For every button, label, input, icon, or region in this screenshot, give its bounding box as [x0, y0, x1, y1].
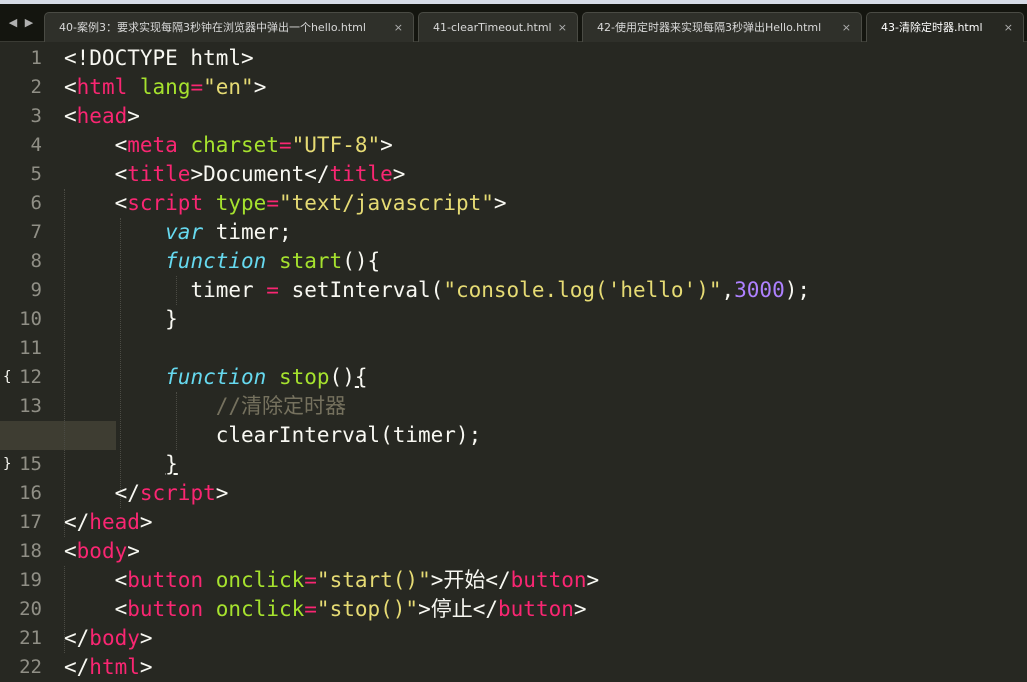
code-line-2: <html lang="en">	[64, 75, 267, 99]
code-line-22: </html>	[64, 655, 153, 679]
code-line-15: }	[165, 452, 178, 476]
code-line-9: timer = setInterval("console.log('hello'…	[190, 278, 811, 302]
tab-42[interactable]: 42-使用定时器来实现每隔3秒弹出Hello.html ×	[582, 12, 862, 42]
line-number: 1	[30, 47, 42, 69]
line-number: 7	[30, 221, 42, 243]
code-line-20: <button onclick="stop()">停止</button>	[114, 597, 587, 621]
line-number: 20	[19, 598, 42, 620]
tab-scroll-left-icon[interactable]: ◀	[6, 16, 20, 30]
line-number: 15	[19, 453, 42, 475]
code-line-8: function start(){	[165, 249, 381, 273]
code-line-21: </body>	[64, 626, 153, 650]
line-number: 18	[19, 540, 42, 562]
line-number-gutter: 1 2 3 4 5 6 7 8 9 10 11 { 12 13 14 } 15 …	[0, 43, 58, 681]
code-line-12: function stop(){	[165, 365, 368, 389]
line-number: 8	[30, 250, 42, 272]
code-editor[interactable]: <!DOCTYPE html> <html lang="en"> <head> …	[0, 43, 1027, 681]
line-number: 9	[30, 279, 42, 301]
code-line-14: clearInterval(timer);	[215, 423, 482, 447]
code-line-7: var timer;	[165, 220, 292, 244]
code-line-18: <body>	[64, 539, 140, 563]
line-number: 10	[19, 308, 42, 330]
line-number: 17	[19, 511, 42, 533]
line-number: 19	[19, 569, 42, 591]
tab-41[interactable]: 41-clearTimeout.html ×	[418, 12, 578, 42]
code-line-5: <title>Document</title>	[114, 162, 406, 186]
tab-bar: ◀ ▶ 40-案例3：要求实现每隔3秒钟在浏览器中弹出一个hello.html …	[0, 4, 1027, 42]
line-number: 3	[30, 105, 42, 127]
code-line-6: <script type="text/javascript">	[114, 191, 507, 215]
code-line-1: <!DOCTYPE html>	[64, 46, 254, 70]
line-number: 22	[19, 656, 42, 678]
line-number: 5	[30, 163, 42, 185]
tab-label: 43-清除定时器.html	[881, 21, 983, 34]
close-icon[interactable]: ×	[394, 13, 403, 42]
code-line-4: <meta charset="UTF-8">	[114, 133, 393, 157]
tab-label: 40-案例3：要求实现每隔3秒钟在浏览器中弹出一个hello.html	[59, 21, 366, 34]
tab-label: 41-clearTimeout.html	[433, 21, 552, 34]
code-line-3: <head>	[64, 104, 140, 128]
line-number: 16	[19, 482, 42, 504]
line-number: 21	[19, 627, 42, 649]
code-line-10: }	[165, 307, 178, 331]
close-icon[interactable]: ×	[842, 13, 851, 42]
line-number: 2	[30, 76, 42, 98]
line-number: 6	[30, 192, 42, 214]
code-line-19: <button onclick="start()">开始</button>	[114, 568, 600, 592]
line-number: 13	[19, 395, 42, 417]
code-line-17: </head>	[64, 510, 153, 534]
code-line-13: //清除定时器	[215, 394, 347, 418]
line-number: 4	[30, 134, 42, 156]
tab-40[interactable]: 40-案例3：要求实现每隔3秒钟在浏览器中弹出一个hello.html ×	[44, 12, 414, 42]
tab-43-active[interactable]: 43-清除定时器.html ×	[866, 12, 1024, 42]
tab-label: 42-使用定时器来实现每隔3秒弹出Hello.html	[597, 21, 822, 34]
code-line-16: </script>	[114, 481, 229, 505]
line-number: 12	[19, 366, 42, 388]
line-number: 11	[19, 337, 42, 359]
close-icon[interactable]: ×	[558, 13, 567, 42]
close-icon[interactable]: ×	[1004, 13, 1013, 42]
tab-scroll-right-icon[interactable]: ▶	[22, 16, 36, 30]
